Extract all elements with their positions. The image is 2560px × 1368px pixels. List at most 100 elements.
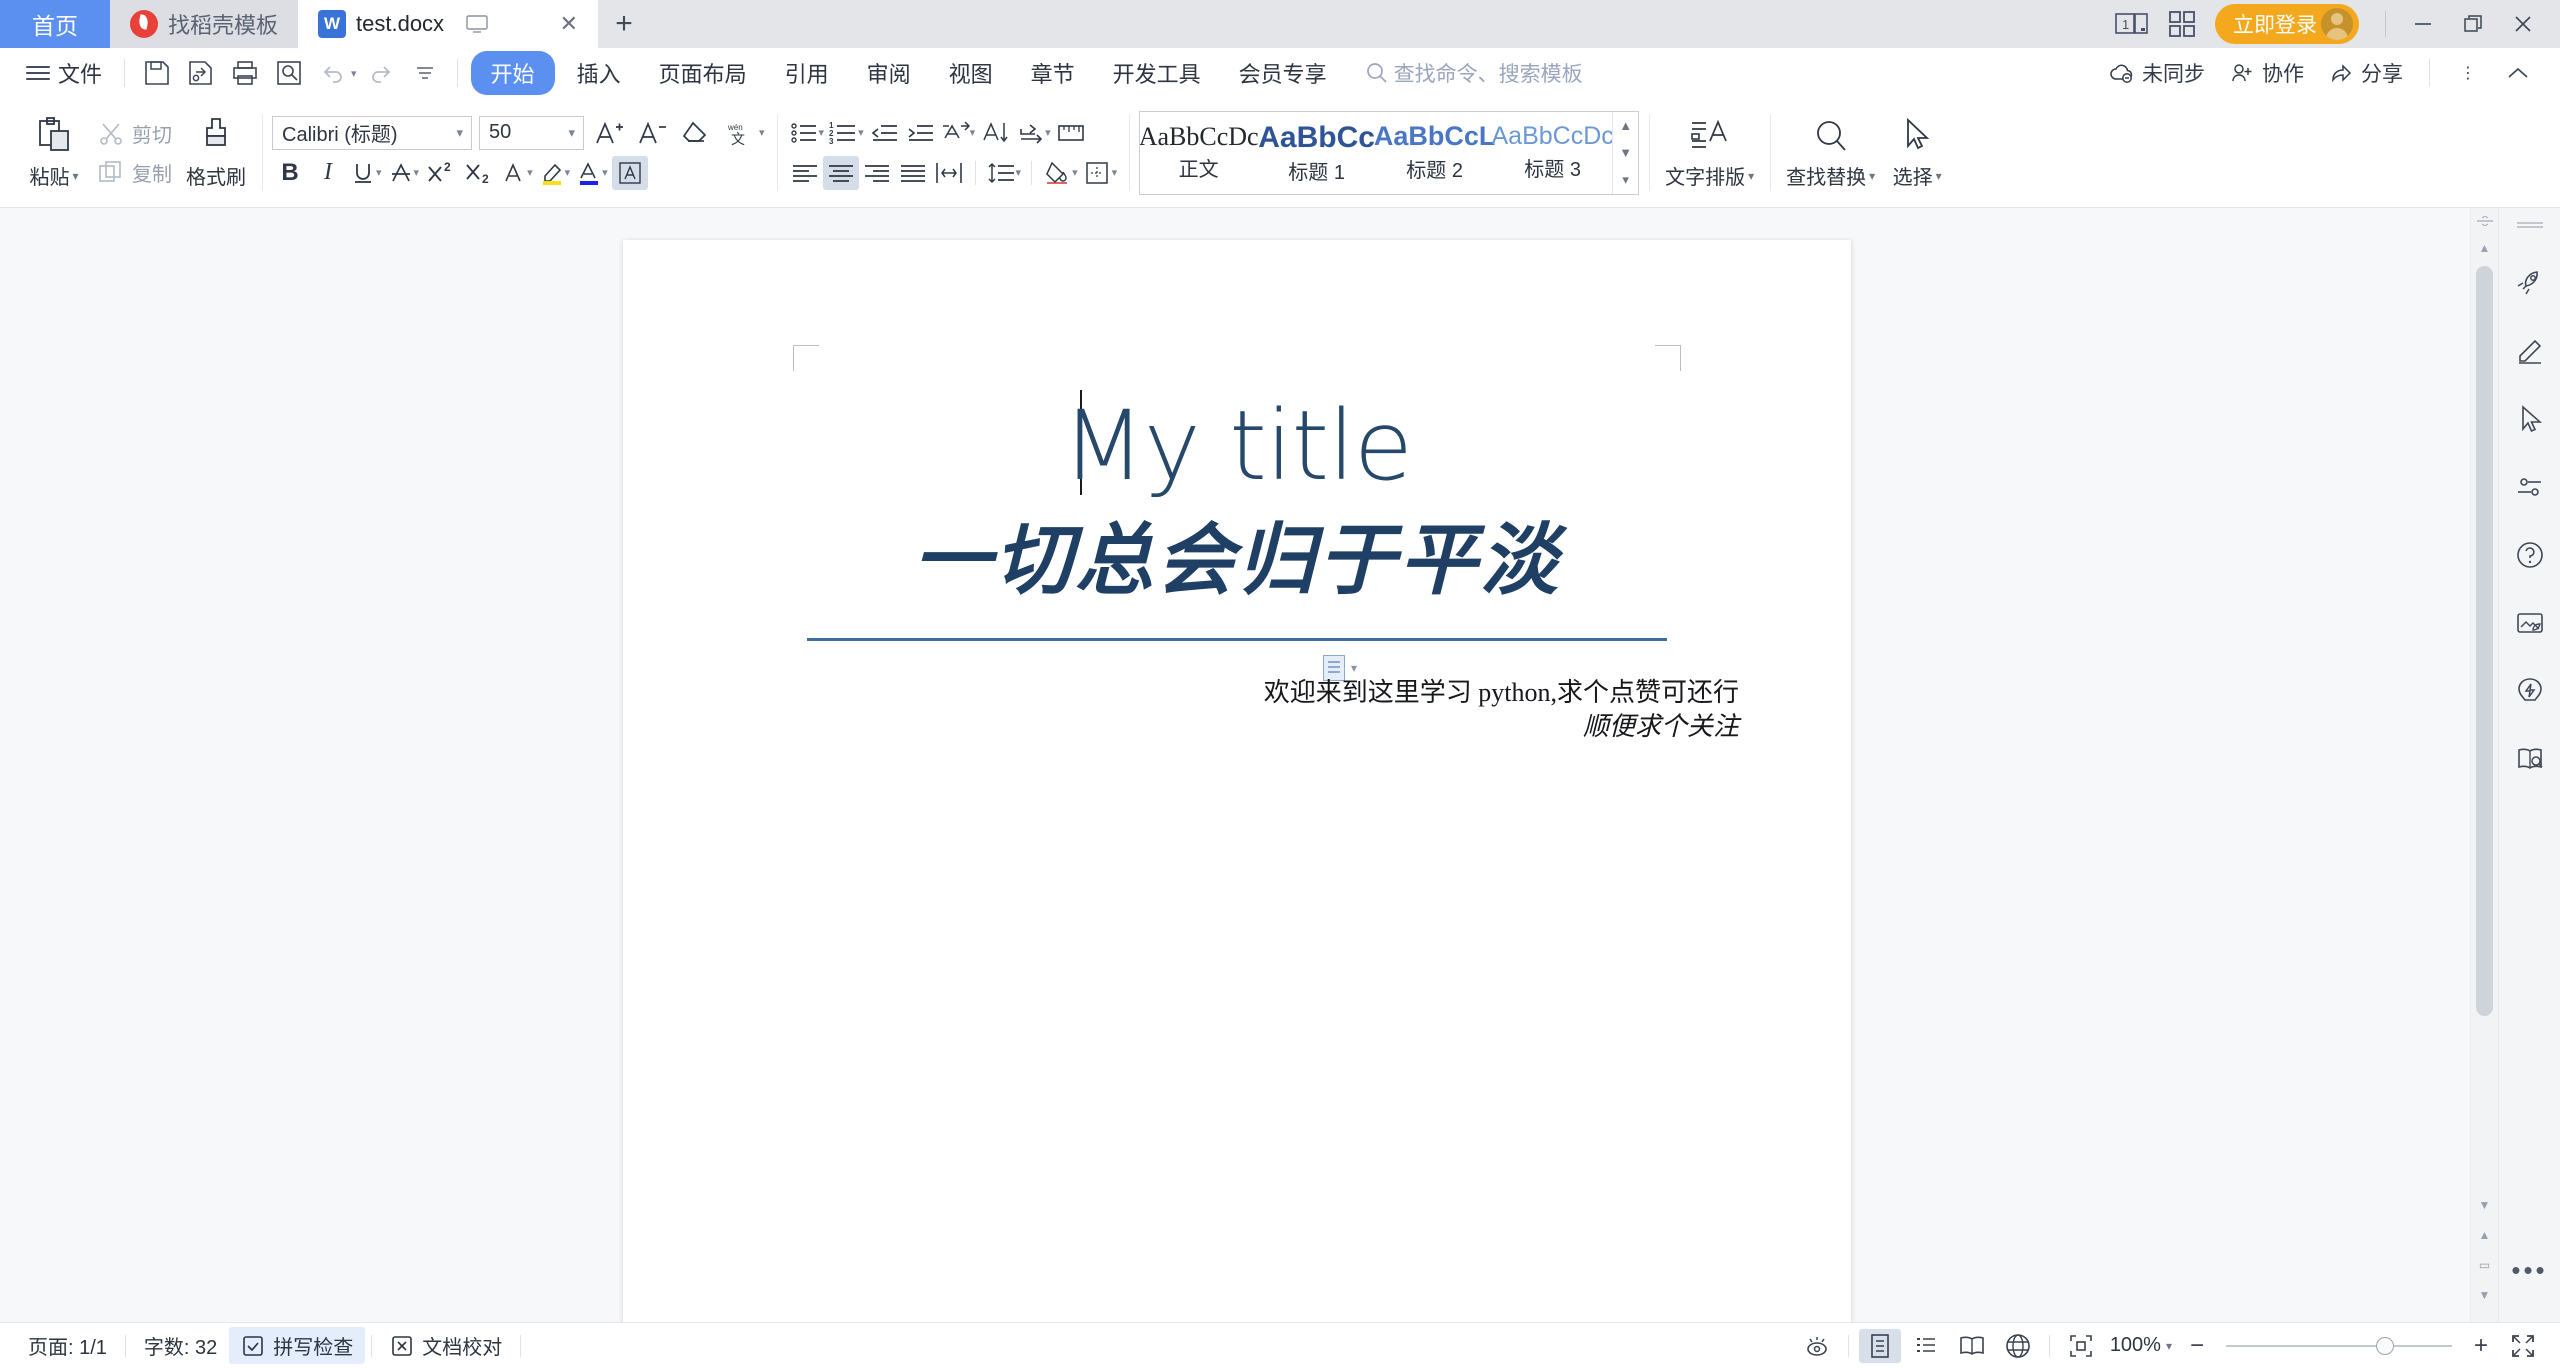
settings-sliders-icon[interactable] (2509, 466, 2551, 508)
chevron-down-icon[interactable]: ▾ (565, 166, 571, 179)
vertical-scrollbar[interactable]: ▲ ▼ ▲ ▭ ▼ (2470, 208, 2498, 1322)
scroll-down-arrow[interactable]: ▲ (2471, 1222, 2498, 1248)
tab-home[interactable]: 首页 (0, 0, 110, 48)
print-preview-icon[interactable] (267, 53, 311, 93)
maximize-restore-button[interactable] (2450, 4, 2496, 44)
pen-brush-icon[interactable] (2509, 330, 2551, 372)
print-icon[interactable] (223, 53, 267, 93)
cut-button[interactable]: 剪切 (90, 115, 180, 152)
show-marks-button[interactable] (1013, 116, 1049, 150)
style-gallery[interactable]: AaBbCcDc 正文 AaBbCc 标题 1 AaBbCcL 标题 2 AaB… (1139, 110, 1640, 195)
distribute-button[interactable] (931, 156, 967, 190)
increase-indent-button[interactable] (902, 116, 938, 150)
underline-button[interactable] (348, 156, 378, 190)
zoom-slider-track[interactable] (2226, 1336, 2452, 1355)
picture-leaf-icon[interactable] (2509, 602, 2551, 644)
style-gallery-scroll[interactable]: ▲ ▼ ▾ (1612, 111, 1639, 194)
sort-button[interactable] (977, 116, 1013, 150)
grow-font-icon[interactable] (591, 116, 627, 150)
phonetic-guide-icon[interactable]: wén 文 (720, 116, 756, 150)
scroll-down-icon[interactable]: ▼ (1619, 145, 1632, 160)
decrease-indent-button[interactable] (866, 116, 902, 150)
lightning-badge-icon[interactable] (2509, 670, 2551, 712)
clear-formatting-icon[interactable] (677, 116, 713, 150)
document-title[interactable]: My title (623, 398, 1851, 494)
tab-screen-icon[interactable] (466, 15, 488, 33)
numbered-list-button[interactable]: 123 (826, 116, 862, 150)
sidebar-more-button[interactable]: ••• (2511, 1255, 2547, 1286)
text-effects-button[interactable] (499, 156, 529, 190)
chevron-down-icon[interactable]: ▾ (970, 126, 976, 139)
copy-button[interactable]: 复制 (90, 154, 180, 191)
tab-insert[interactable]: 插入 (561, 51, 637, 95)
scroll-more-icon[interactable]: ▾ (1622, 172, 1629, 188)
chevron-down-icon[interactable]: ▾ (1869, 169, 1875, 183)
chevron-down-icon[interactable]: ▾ (1936, 169, 1942, 183)
tab-developer-tools[interactable]: 开发工具 (1097, 51, 1217, 95)
chevron-down-icon[interactable]: ▾ (1072, 166, 1078, 179)
bullet-list-button[interactable] (787, 116, 823, 150)
fullscreen-icon[interactable] (2502, 1329, 2544, 1363)
style-item-heading-2[interactable]: AaBbCcL 标题 2 (1374, 111, 1495, 194)
tab-close-icon[interactable]: ✕ (546, 13, 578, 35)
undo-icon[interactable] (311, 53, 355, 93)
tab-test-docx[interactable]: test.docx ✕ (298, 0, 599, 48)
chevron-down-icon[interactable]: ▾ (1748, 169, 1754, 183)
scrollbar-thumb[interactable] (2476, 266, 2493, 1016)
font-size-select[interactable]: 50 ▾ (479, 115, 584, 150)
scroll-up-arrow[interactable]: ▲ (2471, 236, 2498, 260)
subscript-button[interactable]: 2 (461, 156, 497, 190)
shrink-font-icon[interactable] (634, 116, 670, 150)
proofread-toggle[interactable]: 文档校对 (378, 1327, 514, 1364)
word-count-indicator[interactable]: 字数: 32 (132, 1327, 229, 1364)
customize-quick-access-icon[interactable] (403, 53, 447, 93)
more-options-button[interactable]: ⋮ (2446, 53, 2490, 93)
redo-icon[interactable] (359, 53, 403, 93)
document-body-line-1[interactable]: 欢迎来到这里学习 python,求个点赞可还行 (1264, 672, 1739, 709)
sidebar-grip[interactable] (2516, 222, 2543, 228)
collaborate-button[interactable]: 协作 (2221, 58, 2314, 88)
font-color-button[interactable] (574, 156, 604, 190)
document-subtitle[interactable]: 一切总会归于平淡 (623, 522, 1851, 600)
save-icon[interactable] (135, 53, 179, 93)
grid-view-icon[interactable] (2159, 4, 2205, 44)
chevron-down-icon[interactable]: ▾ (1112, 166, 1118, 179)
format-painter-button[interactable]: 格式刷 (180, 111, 252, 194)
font-family-select[interactable]: Calibri (标题) ▾ (272, 115, 472, 150)
search-input[interactable]: 查找命令、搜索模板 (1366, 58, 1583, 88)
chevron-down-icon[interactable]: ▾ (376, 166, 382, 179)
tab-start[interactable]: 开始 (470, 51, 555, 95)
chevron-down-icon[interactable]: ▾ (1016, 166, 1022, 179)
sync-status-button[interactable]: 未同步 (2099, 58, 2215, 88)
italic-button[interactable]: I (310, 156, 346, 190)
style-item-heading-1[interactable]: AaBbCc 标题 1 (1258, 111, 1377, 194)
align-left-button[interactable] (787, 156, 823, 190)
previous-page-button[interactable]: ▼ (2471, 1192, 2498, 1218)
share-button[interactable]: 分享 (2320, 58, 2413, 88)
chevron-down-icon[interactable]: ▾ (759, 126, 765, 139)
find-replace-button[interactable]: 查找替换 ▾ (1780, 111, 1881, 194)
cursor-arrow-icon[interactable] (2509, 398, 2551, 440)
chevron-down-icon[interactable]: ▾ (602, 166, 608, 179)
zoom-slider-thumb[interactable] (2376, 1336, 2394, 1355)
paste-button[interactable]: 粘贴 ▾ (18, 111, 90, 194)
zoom-in-button[interactable]: + (2464, 1329, 2498, 1363)
chevron-down-icon[interactable]: ▾ (1045, 126, 1051, 139)
reading-layout-view-button[interactable] (1951, 1329, 1993, 1363)
chevron-down-icon[interactable]: ▾ (414, 166, 420, 179)
style-item-heading-3[interactable]: AaBbCcDc 标题 3 (1492, 111, 1614, 194)
outline-view-button[interactable] (1905, 1329, 1947, 1363)
zoom-slider[interactable] (2226, 1336, 2452, 1355)
tab-member-exclusive[interactable]: 会员专享 (1223, 51, 1343, 95)
character-border-button[interactable] (611, 155, 648, 190)
scroll-up-icon[interactable]: ▲ (1619, 118, 1632, 133)
chevron-down-icon[interactable]: ▾ (819, 126, 825, 139)
chevron-down-icon[interactable]: ▾ (72, 169, 78, 183)
undo-caret-icon[interactable]: ▾ (351, 67, 357, 80)
tab-section[interactable]: 章节 (1015, 51, 1091, 95)
superscript-button[interactable]: 2 (423, 156, 459, 190)
align-center-button[interactable] (822, 155, 859, 190)
chevron-down-icon[interactable]: ▾ (2166, 1339, 2172, 1353)
collapse-ribbon-button[interactable] (2496, 53, 2540, 93)
highlight-color-button[interactable] (537, 156, 567, 190)
